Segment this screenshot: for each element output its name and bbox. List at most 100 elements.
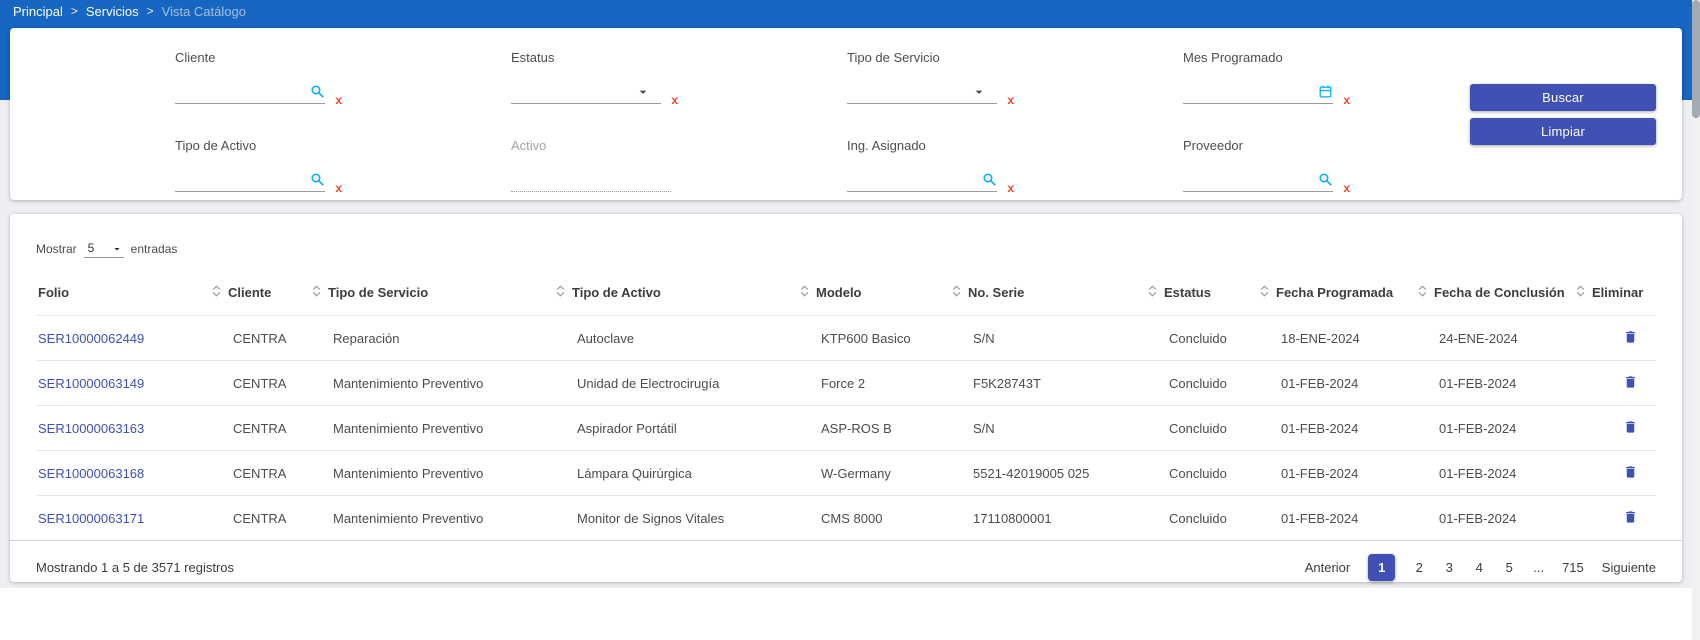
col-header-eliminar[interactable]: Eliminar [1576, 272, 1656, 316]
breadcrumb-principal[interactable]: Principal [13, 4, 63, 19]
calendar-icon[interactable] [1318, 84, 1333, 99]
results-panel: Mostrar 5 entradas Folio Cliente Tipo de… [10, 214, 1682, 582]
cell-no-serie: 17110800001 [952, 495, 1148, 541]
filter-panel: Cliente x Estatus x Tipo de Servicio x M… [10, 28, 1682, 200]
delete-icon[interactable] [1623, 464, 1638, 480]
page-size-prefix: Mostrar [36, 242, 77, 256]
clear-icon[interactable]: x [1007, 182, 1014, 194]
search-icon[interactable] [1318, 172, 1333, 187]
table-footer: Mostrando 1 a 5 de 3571 registros Anteri… [10, 539, 1682, 594]
filter-field-proveedor: Proveedor x [1183, 138, 1519, 194]
cell-estatus: Concluido [1148, 315, 1260, 361]
pagination-page-715[interactable]: 715 [1562, 560, 1584, 575]
folio-link[interactable]: SER10000063149 [38, 376, 144, 391]
filter-field-mes-programado: Mes Programado x [1183, 50, 1519, 106]
table-row: SER10000063163 CENTRA Mantenimiento Prev… [36, 405, 1656, 451]
pagination-page-2[interactable]: 2 [1413, 560, 1425, 575]
cell-cliente: CENTRA [212, 315, 312, 361]
pagination-previous[interactable]: Anterior [1305, 560, 1351, 575]
filter-label-tipo-de-activo: Tipo de Activo [175, 138, 257, 153]
col-header-cliente[interactable]: Cliente [212, 272, 312, 316]
col-header-tipo-de-servicio[interactable]: Tipo de Servicio [312, 272, 556, 316]
col-header-folio[interactable]: Folio [36, 272, 212, 316]
cell-tipo-de-servicio: Mantenimiento Preventivo [312, 360, 556, 406]
col-header-estatus[interactable]: Estatus [1148, 272, 1260, 316]
folio-link[interactable]: SER10000063168 [38, 466, 144, 481]
filter-field-tipo-de-servicio: Tipo de Servicio x [847, 50, 1183, 106]
pagination-page-1[interactable]: 1 [1368, 553, 1396, 581]
clear-icon[interactable]: x [335, 182, 342, 194]
table-row: SER10000063168 CENTRA Mantenimiento Prev… [36, 450, 1656, 496]
buscar-button[interactable]: Buscar [1470, 84, 1656, 111]
cell-fecha-programada: 01-FEB-2024 [1260, 405, 1418, 451]
cell-estatus: Concluido [1148, 360, 1260, 406]
col-header-fecha-de-conclusion[interactable]: Fecha de Conclusión [1418, 272, 1576, 316]
folio-link[interactable]: SER10000063171 [38, 511, 144, 526]
scrollbar-thumb[interactable] [1692, 0, 1700, 118]
page-size-select-wrap: 5 [83, 240, 124, 258]
search-icon[interactable] [982, 172, 997, 187]
cell-tipo-de-servicio: Mantenimiento Preventivo [312, 450, 556, 496]
page-size-select[interactable]: 5 [83, 240, 124, 258]
cell-no-serie: 5521-42019005 025 [952, 450, 1148, 496]
cell-tipo-de-servicio: Mantenimiento Preventivo [312, 405, 556, 451]
cell-tipo-de-activo: Unidad de Electrocirugía [556, 360, 800, 406]
filter-field-ing-asignado: Ing. Asignado x [847, 138, 1183, 194]
pagination-page-5[interactable]: 5 [1503, 560, 1515, 575]
cell-fecha-programada: 18-ENE-2024 [1260, 315, 1418, 361]
cell-tipo-de-activo: Aspirador Portátil [556, 405, 800, 451]
page-size-control: Mostrar 5 entradas [10, 214, 1682, 258]
folio-link[interactable]: SER10000062449 [38, 331, 144, 346]
filter-field-cliente: Cliente x [175, 50, 511, 106]
cliente-input[interactable]: x [175, 80, 342, 106]
limpiar-button[interactable]: Limpiar [1470, 118, 1656, 145]
cell-folio: SER10000063171 [36, 495, 212, 541]
tipo-de-activo-input[interactable]: x [175, 168, 342, 194]
folio-link[interactable]: SER10000063163 [38, 421, 144, 436]
pagination-page-4[interactable]: 4 [1473, 560, 1485, 575]
search-icon[interactable] [310, 84, 325, 99]
cell-folio: SER10000063149 [36, 360, 212, 406]
delete-icon[interactable] [1623, 374, 1638, 390]
clear-icon[interactable]: x [335, 94, 342, 106]
pagination-page-3[interactable]: 3 [1443, 560, 1455, 575]
filter-grid: Cliente x Estatus x Tipo de Servicio x M… [175, 50, 1519, 194]
breadcrumb-separator: > [146, 4, 154, 18]
col-header-fecha-programada[interactable]: Fecha Programada [1260, 272, 1418, 316]
cell-tipo-de-servicio: Mantenimiento Preventivo [312, 495, 556, 541]
table-header-row: Folio Cliente Tipo de Servicio Tipo de A… [36, 272, 1656, 316]
clear-icon[interactable]: x [1343, 94, 1350, 106]
table-row: SER10000062449 CENTRA Reparación Autocla… [36, 315, 1656, 361]
tipo-de-servicio-select[interactable]: x [847, 80, 1014, 106]
sort-icon [556, 284, 565, 301]
cell-eliminar [1576, 450, 1656, 496]
col-header-no-serie[interactable]: No. Serie [952, 272, 1148, 316]
ing-asignado-input[interactable]: x [847, 168, 1014, 194]
scrollbar[interactable] [1692, 0, 1700, 640]
proveedor-input[interactable]: x [1183, 168, 1350, 194]
delete-icon[interactable] [1623, 419, 1638, 435]
col-header-modelo[interactable]: Modelo [800, 272, 952, 316]
cell-eliminar [1576, 315, 1656, 361]
delete-icon[interactable] [1623, 509, 1638, 525]
mes-programado-input[interactable]: x [1183, 80, 1350, 106]
cell-no-serie: F5K28743T [952, 360, 1148, 406]
cell-cliente: CENTRA [212, 450, 312, 496]
pagination-ellipsis: ... [1533, 559, 1545, 575]
cell-estatus: Concluido [1148, 405, 1260, 451]
filter-label-cliente: Cliente [175, 50, 216, 65]
cell-cliente: CENTRA [212, 360, 312, 406]
cell-estatus: Concluido [1148, 450, 1260, 496]
cell-folio: SER10000063163 [36, 405, 212, 451]
col-header-tipo-de-activo[interactable]: Tipo de Activo [556, 272, 800, 316]
search-icon[interactable] [310, 172, 325, 187]
clear-icon[interactable]: x [1343, 182, 1350, 194]
clear-icon[interactable]: x [671, 94, 678, 106]
delete-icon[interactable] [1623, 329, 1638, 345]
estatus-select[interactable]: x [511, 80, 678, 106]
clear-icon[interactable]: x [1007, 94, 1014, 106]
cell-tipo-de-activo: Lámpara Quirúrgica [556, 450, 800, 496]
breadcrumb-servicios[interactable]: Servicios [86, 4, 139, 19]
pagination-next[interactable]: Siguiente [1602, 560, 1656, 575]
chevron-down-icon [971, 84, 987, 100]
